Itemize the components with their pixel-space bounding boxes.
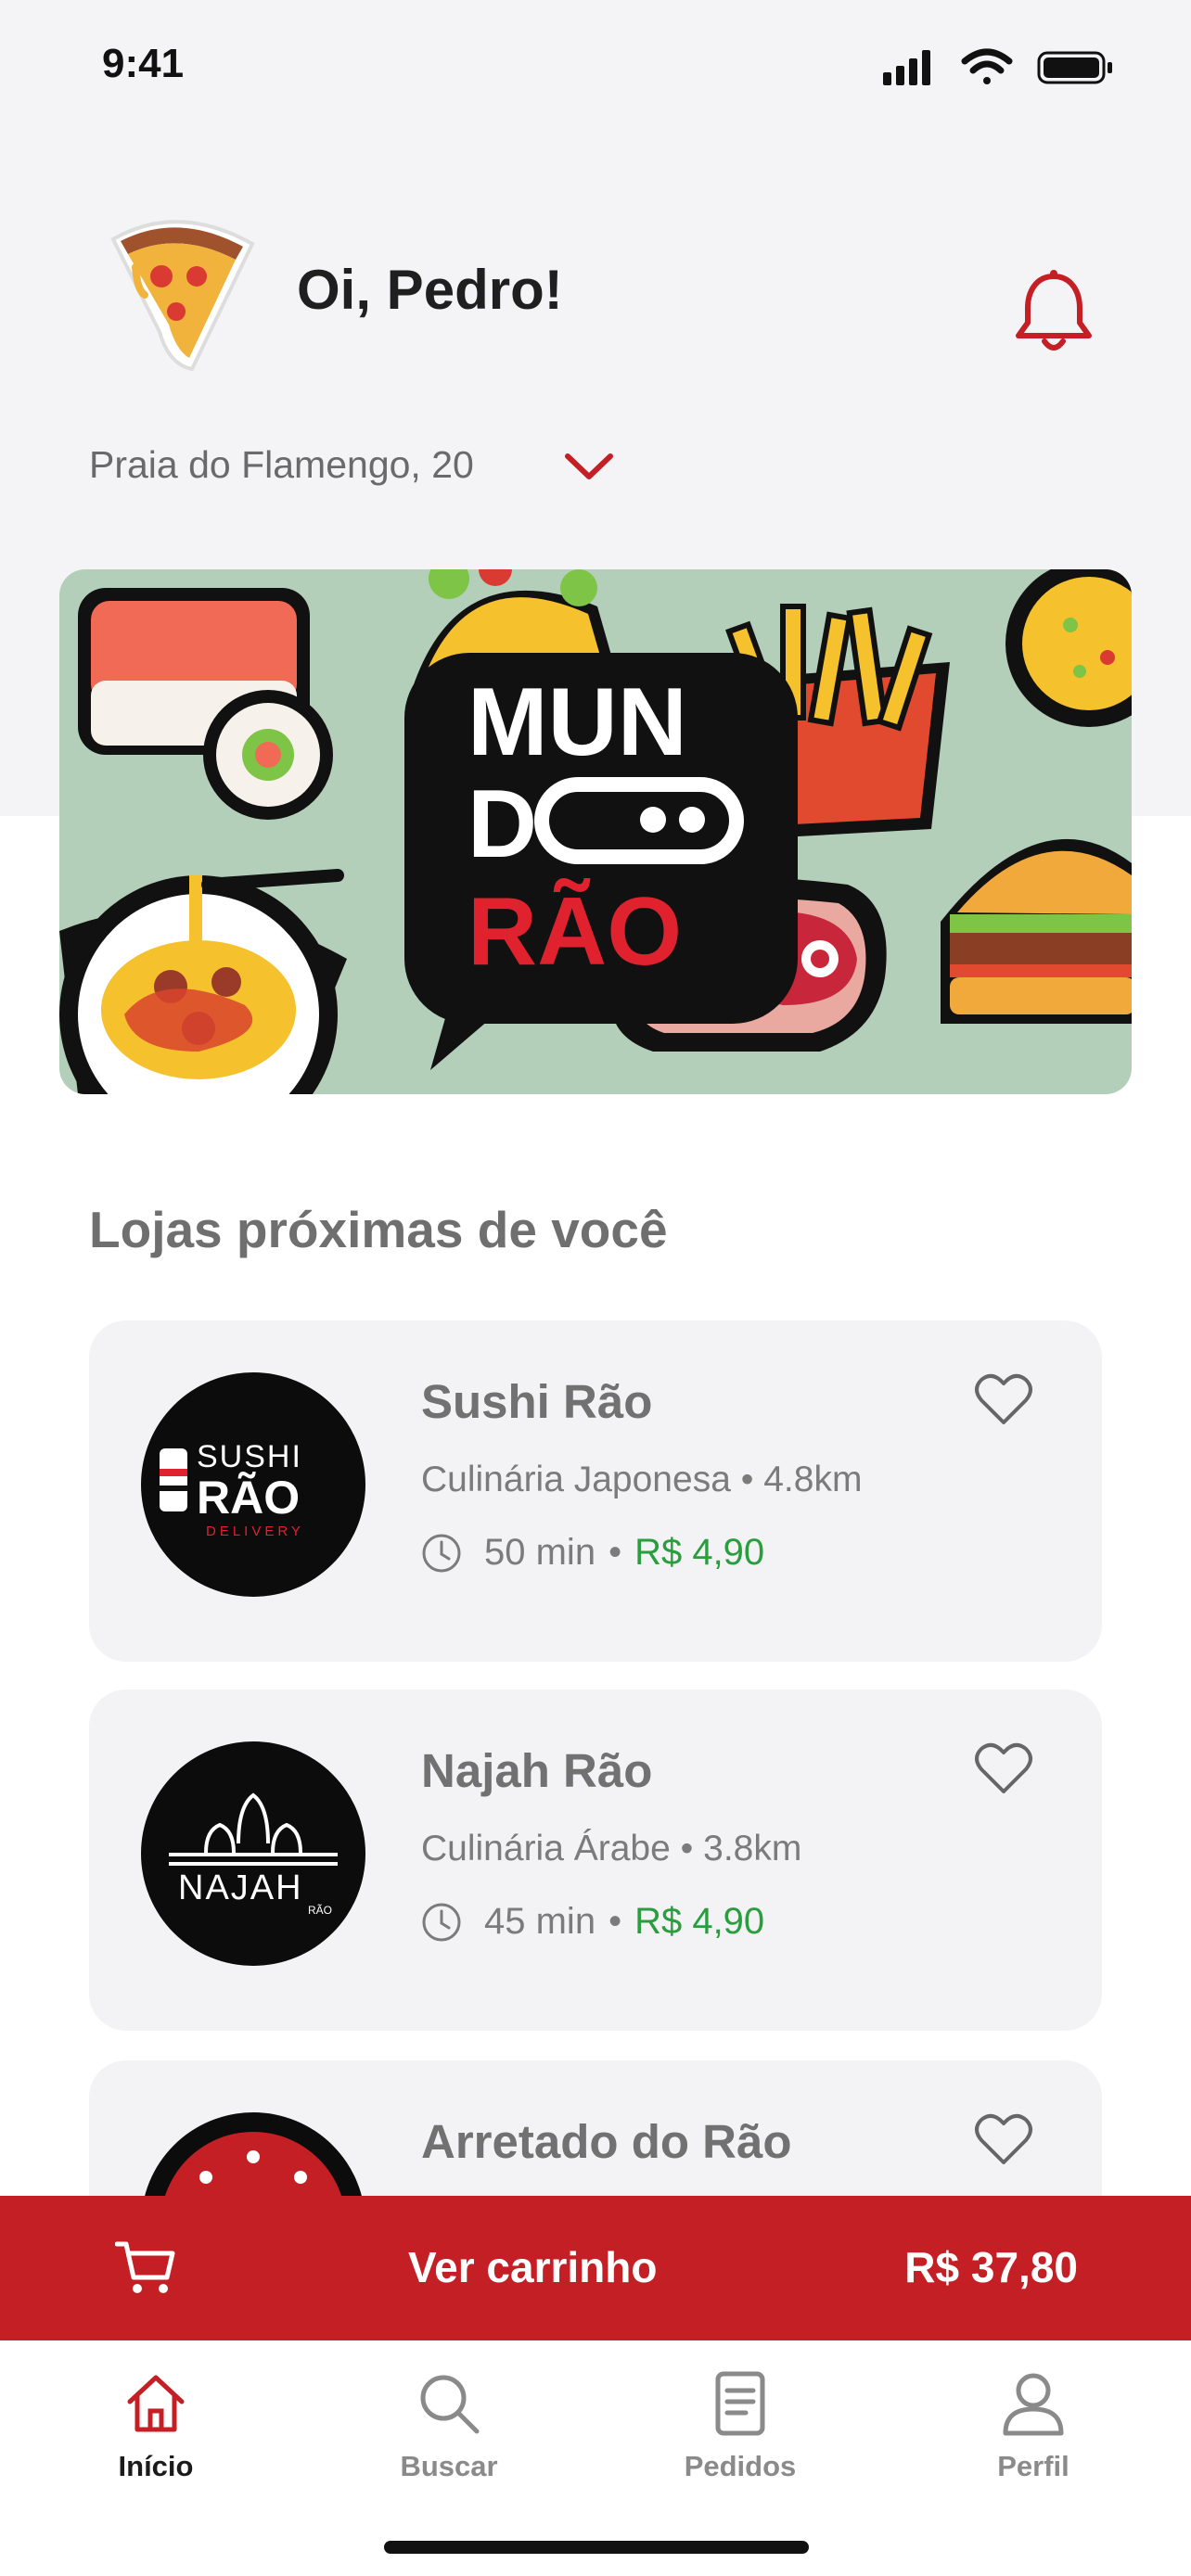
home-indicator: [384, 2541, 809, 2554]
heart-icon[interactable]: [974, 2112, 1033, 2166]
heart-icon[interactable]: [974, 1372, 1033, 1426]
store-logo-line-2: RÃO: [308, 1904, 332, 1917]
view-cart-label: Ver carrinho: [408, 2243, 658, 2291]
search-icon: [420, 2375, 480, 2434]
store-logo-najah-rao: NAJAH RÃO: [141, 1741, 365, 1966]
mosque-domes-icon: [169, 1792, 338, 1866]
burger-illustration: [941, 838, 1132, 1024]
battery-icon: [1037, 51, 1112, 84]
store-info: Culinária Japonesa • 4.8km: [421, 1460, 862, 1500]
store-meta: 50 min • R$ 4,90: [421, 1532, 764, 1574]
bell-icon[interactable]: [1013, 267, 1095, 356]
store-delivery-fee: R$ 4,90: [634, 1532, 765, 1573]
store-logo-sushi-rao: SUSHI RÃO DELIVERY: [141, 1372, 365, 1597]
tab-label: Perfil: [997, 2450, 1069, 2482]
cart-total: R$ 37,80: [904, 2243, 1078, 2291]
logo-line-3: RÃO: [467, 878, 682, 986]
store-delivery-time: 50 min: [484, 1532, 596, 1573]
store-logo-line-3: DELIVERY: [206, 1524, 304, 1539]
store-delivery-time: 45 min: [484, 1901, 596, 1942]
chevron-down-icon[interactable]: [560, 447, 618, 488]
store-name: Najah Rão: [421, 1744, 653, 1797]
store-card-najah-rao[interactable]: NAJAH RÃO Najah Rão Culinária Árabe • 3.…: [89, 1690, 1102, 2031]
tab-inicio[interactable]: Início: [63, 2370, 249, 2500]
profile-icon: [1003, 2373, 1064, 2436]
store-logo-line-1: NAJAH: [178, 1868, 303, 1907]
store-name: Sushi Rão: [421, 1375, 653, 1428]
logo-line-2: D: [467, 771, 537, 878]
section-title: Lojas próximas de você: [89, 1201, 668, 1258]
clock-icon: [422, 1903, 461, 1941]
store-name: Arretado do Rão: [421, 2115, 792, 2168]
address-selector[interactable]: Praia do Flamengo, 20: [89, 443, 474, 487]
tab-label: Início: [118, 2450, 194, 2482]
tab-pedidos[interactable]: Pedidos: [647, 2370, 833, 2500]
heart-icon[interactable]: [974, 1741, 1033, 1795]
status-time: 9:41: [102, 41, 185, 86]
tab-label: Buscar: [400, 2450, 498, 2482]
logo-line-1: MUN: [467, 669, 687, 776]
store-meta: 45 min • R$ 4,90: [421, 1901, 764, 1943]
noodles-illustration: [59, 869, 347, 1094]
separator-dot: •: [680, 1829, 694, 1868]
store-card-sushi-rao[interactable]: SUSHI RÃO DELIVERY Sushi Rão Culinária J…: [89, 1320, 1102, 1662]
store-logo-line-1: SUSHI: [197, 1439, 302, 1474]
store-logo-line-2: RÃO: [197, 1472, 300, 1524]
store-cuisine: Culinária Japonesa: [421, 1460, 731, 1499]
tab-buscar[interactable]: Buscar: [356, 2370, 542, 2500]
store-info: Culinária Árabe • 3.8km: [421, 1829, 801, 1869]
tab-perfil[interactable]: Perfil: [941, 2370, 1126, 2500]
orders-icon: [715, 2371, 765, 2436]
promo-banner[interactable]: MUN D RÃO: [59, 569, 1132, 1094]
view-cart-button[interactable]: Ver carrinho R$ 37,80: [0, 2196, 1191, 2340]
greeting-title: Oi, Pedro!: [297, 259, 563, 321]
home-icon: [127, 2375, 185, 2432]
status-icons: [883, 48, 1112, 85]
signal-icon: [883, 50, 930, 85]
store-cuisine: Culinária Árabe: [421, 1829, 671, 1868]
store-distance: 3.8km: [703, 1829, 802, 1868]
store-delivery-fee: R$ 4,90: [634, 1901, 765, 1942]
cart-icon: [115, 2241, 175, 2293]
sushi-roll-icon: [160, 1448, 187, 1511]
paella-illustration: [1005, 569, 1132, 727]
separator-dot: •: [608, 1901, 622, 1942]
separator-dot: •: [740, 1460, 754, 1499]
wifi-icon: [961, 48, 1013, 84]
mundorao-logo: MUN D RÃO: [404, 653, 798, 1070]
store-distance: 4.8km: [763, 1460, 863, 1499]
separator-dot: •: [608, 1532, 622, 1573]
sushi-illustration: [78, 588, 333, 820]
banner-illustration: MUN D RÃO: [59, 569, 1132, 1094]
pizza-slice-avatar[interactable]: [104, 202, 262, 374]
tab-label: Pedidos: [684, 2450, 797, 2482]
clock-icon: [422, 1534, 461, 1572]
status-bar: 9:41: [0, 0, 1191, 139]
